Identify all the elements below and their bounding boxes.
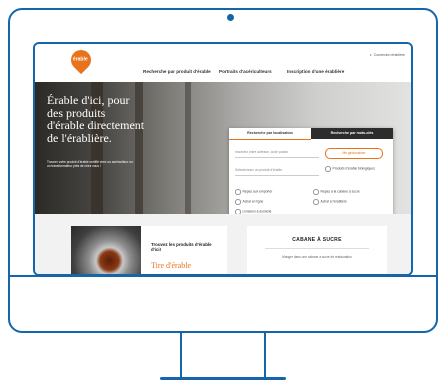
divider	[265, 248, 369, 249]
geolocate-button[interactable]: Me géolocaliser	[325, 148, 383, 159]
tab-keywords[interactable]: Recherche par mots-clés	[311, 128, 393, 139]
sugar-shack-title: CABANE À SUCRE	[292, 237, 342, 243]
content-section: Trouvez les produits d'érable d'ici! Tir…	[35, 214, 411, 274]
hero-subtitle: Trouver votre produit d'érable certifié …	[47, 160, 133, 169]
hero-title: Érable d'ici, pour des produits d'érable…	[47, 93, 145, 145]
search-tabs: Recherche par localisation Recherche par…	[229, 128, 393, 140]
camera-dot	[227, 14, 234, 21]
product-card-title: Trouvez les produits d'érable d'ici!	[151, 242, 212, 252]
monitor-stand-base	[160, 377, 286, 380]
logo-text: érable	[72, 56, 88, 63]
tree-trunk	[185, 82, 191, 214]
monitor-screen: érable ● Connexion érablière Recherche pa…	[33, 42, 413, 276]
checkbox-online[interactable]: Achat en ligne	[235, 199, 264, 205]
user-icon: ●	[369, 53, 372, 57]
checkbox-takeout[interactable]: Repas aux emporter	[235, 189, 273, 195]
login-link-label: Connexion érablière	[373, 53, 405, 57]
monitor-stand-neck	[180, 333, 266, 379]
maple-taffy-photo	[71, 226, 141, 274]
product-select[interactable]: Sélectionnez un produit d'érable	[235, 165, 319, 176]
login-link[interactable]: ● Connexion érablière	[370, 53, 405, 57]
sugar-shack-card[interactable]: CABANE À SUCRE Manger dans une cabane à …	[247, 226, 387, 274]
address-input[interactable]: Inscrivez votre adresse, code postal	[235, 147, 319, 158]
nav-item-portraits[interactable]: Portraits d'acériculteurs	[219, 69, 272, 74]
tab-location[interactable]: Recherche par localisation	[229, 128, 311, 140]
hero-section: Érable d'ici, pour des produits d'érable…	[35, 82, 411, 246]
product-card[interactable]: Trouvez les produits d'érable d'ici! Tir…	[71, 226, 227, 274]
checkbox-organic[interactable]: Produits d'érable biologiques	[325, 166, 375, 172]
nav-item-search-product[interactable]: Recherche par produit d'érable	[143, 69, 211, 74]
main-nav: Recherche par produit d'érable Portraits…	[35, 69, 411, 79]
nav-item-register[interactable]: Inscription d'une érablière	[287, 69, 344, 74]
checkbox-sugar-shack[interactable]: Repas à la cabane à sucre	[313, 189, 360, 195]
product-card-subtitle: Tire d'érable	[151, 261, 192, 270]
checkbox-at-farm[interactable]: Achat à l'érablière	[313, 199, 347, 205]
sugar-shack-text: Manger dans une cabane à sucre de restau…	[282, 255, 352, 259]
